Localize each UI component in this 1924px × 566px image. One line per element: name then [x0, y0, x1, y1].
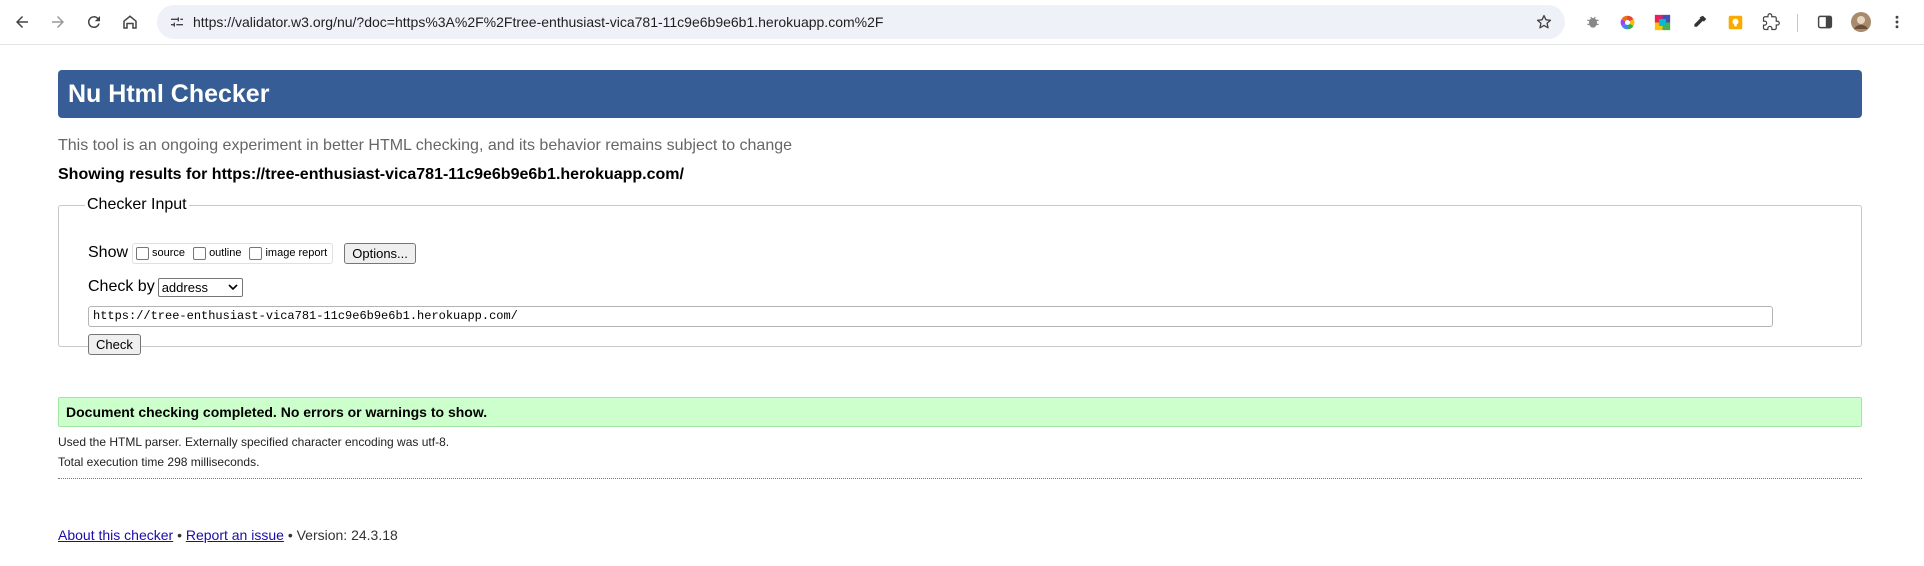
source-checkbox-label: source [152, 247, 186, 259]
parser-info: Used the HTML parser. Externally specifi… [58, 435, 450, 449]
success-message: Document checking completed. No errors o… [58, 397, 1862, 427]
forward-icon[interactable] [45, 9, 71, 35]
show-options-row: Show source outline image report Options… [88, 242, 416, 264]
check-by-select[interactable]: address [157, 277, 243, 297]
footer-bullet: • [177, 527, 182, 543]
options-button[interactable]: Options... [344, 242, 416, 264]
extension-color-wheel-icon[interactable] [1617, 12, 1637, 32]
about-checker-link[interactable]: About this checker [58, 527, 173, 543]
image-report-checkbox-box[interactable] [249, 246, 263, 260]
side-panel-icon[interactable] [1815, 12, 1835, 32]
execution-time: Total execution time 298 milliseconds. [58, 455, 260, 469]
page-title: Nu Html Checker [58, 70, 1862, 118]
outline-checkbox-label: outline [209, 247, 242, 259]
extension-palette-icon[interactable] [1652, 12, 1672, 32]
check-button[interactable]: Check [88, 334, 141, 355]
toolbar-separator [1797, 14, 1798, 32]
back-icon[interactable] [9, 9, 35, 35]
home-icon[interactable] [117, 9, 143, 35]
bookmark-star-icon[interactable] [1535, 13, 1553, 31]
divider [58, 478, 1862, 479]
extension-eyedropper-icon[interactable] [1689, 12, 1709, 32]
version-text: Version: 24.3.18 [296, 527, 398, 543]
footer: About this checker • Report an issue • V… [58, 527, 1862, 543]
source-checkbox-box[interactable] [136, 246, 150, 260]
reload-icon[interactable] [81, 9, 107, 35]
address-bar-url[interactable]: https://validator.w3.org/nu/?doc=https%3… [193, 5, 883, 39]
check-by-row: Check by address [88, 276, 243, 298]
footer-bullet-2: • [287, 527, 293, 543]
outline-checkbox[interactable]: outline [193, 246, 242, 260]
profile-avatar[interactable] [1851, 12, 1871, 32]
image-report-checkbox-label: image report [265, 247, 328, 259]
checker-input-fieldset: Checker Input Show source outline image … [58, 196, 1862, 355]
site-settings-icon[interactable] [169, 14, 185, 30]
chevron-down-icon [228, 283, 238, 290]
show-options-group: source outline image report [132, 242, 334, 264]
source-checkbox[interactable]: source [136, 246, 186, 260]
show-label: Show [88, 244, 129, 261]
check-by-label: Check by [88, 278, 155, 295]
extension-keep-icon[interactable] [1725, 12, 1745, 32]
address-bar[interactable]: https://validator.w3.org/nu/?doc=https%3… [157, 5, 1565, 39]
validator-page: Nu Html Checker This tool is an ongoing … [58, 70, 1862, 543]
check-by-select-value: address [161, 279, 208, 295]
results-heading: Showing results for https://tree-enthusi… [58, 166, 684, 183]
extensions-puzzle-icon[interactable] [1761, 12, 1781, 32]
page-subtitle: This tool is an ongoing experiment in be… [58, 137, 793, 154]
browser-toolbar: https://validator.w3.org/nu/?doc=https%3… [0, 0, 1924, 45]
extension-bug-icon[interactable] [1583, 12, 1603, 32]
checker-input-legend: Checker Input [87, 196, 187, 213]
menu-kebab-icon[interactable] [1887, 12, 1907, 32]
image-report-checkbox[interactable]: image report [249, 246, 328, 260]
outline-checkbox-box[interactable] [193, 246, 207, 260]
address-input[interactable]: https://tree-enthusiast-vica781-11c9e6b9… [88, 306, 1773, 327]
report-issue-link[interactable]: Report an issue [186, 527, 284, 543]
